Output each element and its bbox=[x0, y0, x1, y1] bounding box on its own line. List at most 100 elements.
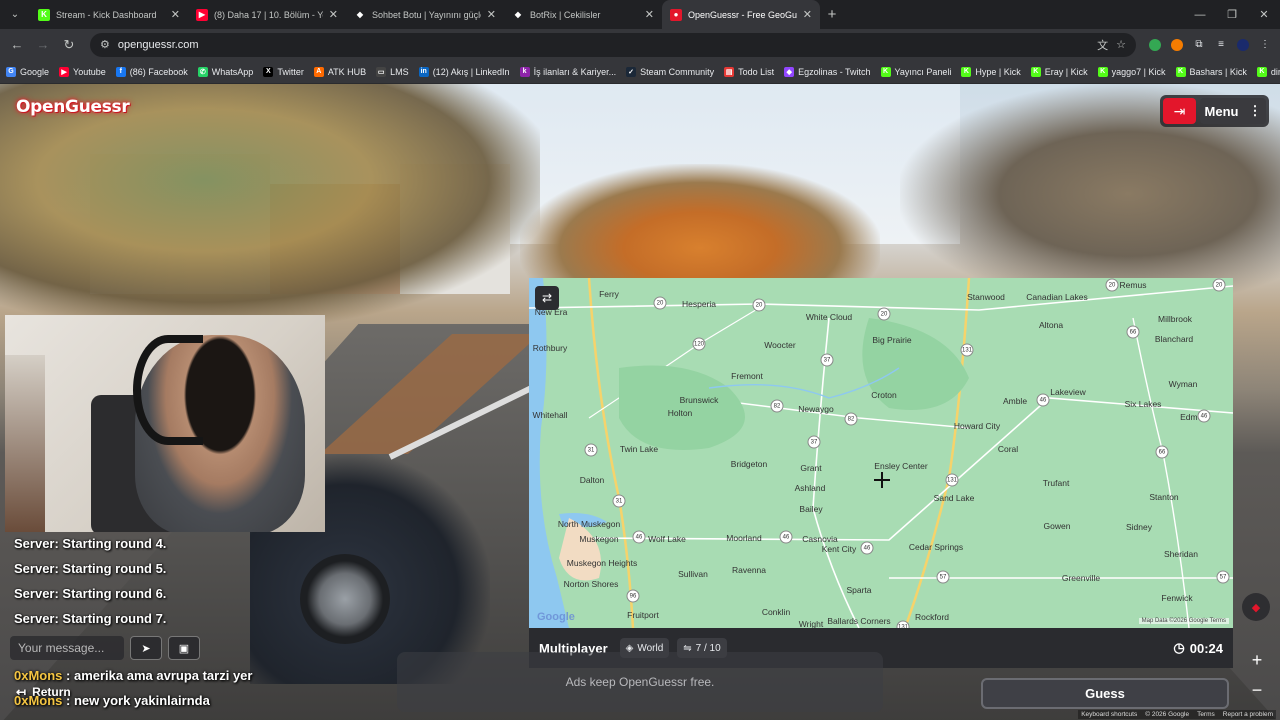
extension-orange-icon[interactable] bbox=[1168, 36, 1186, 54]
highway-66 bbox=[1132, 317, 1190, 628]
route-shield-icon: 46 bbox=[779, 530, 793, 544]
bookmark-item[interactable]: ✓ Steam Community bbox=[626, 66, 714, 77]
chat-toggle-button[interactable]: ▣ bbox=[168, 636, 200, 660]
zoom-in-button[interactable]: + bbox=[1244, 647, 1270, 673]
bookmark-item[interactable]: K Hype | Kick bbox=[961, 66, 1021, 77]
map-place-label: Lakeview bbox=[1050, 387, 1086, 397]
bookmark-item[interactable]: X Twitter bbox=[263, 66, 304, 77]
browser-tab[interactable]: ▶ (8) Daha 17 | 10. Bölüm - YouTube ✕ bbox=[188, 0, 346, 29]
map-layers-button[interactable]: ⇄ bbox=[535, 286, 559, 310]
browser-tab[interactable]: K Stream - Kick Dashboard ✕ bbox=[30, 0, 188, 29]
bookmark-favicon-icon: ▤ bbox=[724, 66, 735, 77]
zoom-out-button[interactable]: − bbox=[1244, 677, 1270, 703]
kebab-icon: ⋮ bbox=[1248, 103, 1262, 118]
bookmark-label: Hype | Kick bbox=[975, 66, 1021, 77]
footer-link[interactable]: © 2026 Google bbox=[1145, 711, 1189, 718]
send-button[interactable]: ➤ bbox=[130, 636, 162, 660]
route-shield-icon: 20 bbox=[877, 307, 891, 321]
forward-icon[interactable]: → bbox=[32, 34, 54, 56]
back-icon[interactable]: ← bbox=[6, 34, 28, 56]
bookmark-item[interactable]: G Google bbox=[6, 66, 49, 77]
close-tab-icon[interactable]: ✕ bbox=[171, 8, 180, 21]
bookmark-item[interactable]: in (12) Akış | LinkedIn bbox=[418, 66, 510, 77]
send-icon: ➤ bbox=[141, 642, 151, 655]
close-tab-icon[interactable]: ✕ bbox=[329, 8, 338, 21]
bookmark-item[interactable]: ✆ WhatsApp bbox=[197, 66, 253, 77]
route-shield-icon: 57 bbox=[1216, 570, 1230, 584]
route-shield-icon: 82 bbox=[844, 412, 858, 426]
browser-tab[interactable]: ◆ BotRix | Cekilisler ✕ bbox=[504, 0, 662, 29]
chat-bubble-icon: ▣ bbox=[178, 642, 190, 655]
map-place-label: Muskegon Heights bbox=[566, 558, 638, 568]
map-place-label: Newaygo bbox=[798, 404, 834, 414]
map-place-label: Hesperia bbox=[681, 299, 717, 309]
minimize-icon[interactable]: — bbox=[1184, 0, 1216, 29]
bookmark-item[interactable]: A ATK HUB bbox=[313, 66, 366, 77]
map-place-label: Wright bbox=[798, 619, 824, 628]
close-tab-icon[interactable]: ✕ bbox=[487, 8, 496, 21]
bookmark-item[interactable]: ◆ Egzolinas - Twitch bbox=[784, 66, 871, 77]
translate-icon[interactable]: 文 bbox=[1097, 37, 1108, 53]
route-shield-icon: 20 bbox=[653, 296, 667, 310]
bookmark-item[interactable]: ▭ LMS bbox=[376, 66, 409, 77]
menu-button[interactable]: Menu ⋮ bbox=[1200, 98, 1266, 124]
address-bar[interactable]: ⚙ openguessr.com 文 ☆ bbox=[90, 32, 1136, 57]
shelf bbox=[5, 355, 45, 532]
close-tab-icon[interactable]: ✕ bbox=[803, 8, 812, 21]
chat-message: Server: Starting round 6. bbox=[14, 586, 167, 601]
guess-map[interactable]: Ferry Hesperia New Era White Cloud Stanwood C… bbox=[529, 278, 1233, 628]
map-terms-link[interactable]: Terms bbox=[1210, 618, 1226, 624]
map-place-label: Canadian Lakes bbox=[1026, 292, 1088, 302]
bookmark-item[interactable]: Kdirim | Kick bbox=[1256, 66, 1280, 77]
openguessr-logo[interactable]: OpenGuessr bbox=[16, 97, 130, 117]
bookmark-favicon-icon: K bbox=[1030, 66, 1041, 77]
tab-title: Stream - Kick Dashboard bbox=[56, 9, 157, 20]
tab-search-icon[interactable]: ⌄ bbox=[0, 0, 30, 29]
game-controls: ⇥ Menu ⋮ bbox=[1160, 95, 1269, 127]
bookmark-item[interactable]: k İş ilanları & Kariyer... bbox=[519, 66, 616, 77]
map-place-label: Moorland bbox=[726, 533, 762, 543]
close-window-icon[interactable]: ✕ bbox=[1248, 0, 1280, 29]
bookmark-item[interactable]: K Bashars | Kick bbox=[1175, 66, 1247, 77]
map-place-label: Kent City bbox=[821, 544, 857, 554]
bookmark-item[interactable]: K Yayıncı Paneli bbox=[880, 66, 952, 77]
close-tab-icon[interactable]: ✕ bbox=[645, 8, 654, 21]
restore-icon[interactable]: ❐ bbox=[1216, 0, 1248, 29]
bookmark-label: Yayıncı Paneli bbox=[894, 66, 952, 77]
reload-icon[interactable]: ↻ bbox=[58, 34, 80, 56]
footer-link[interactable]: Keyboard shortcuts bbox=[1081, 711, 1137, 718]
bookmark-item[interactable]: K Eray | Kick bbox=[1030, 66, 1088, 77]
bookmark-item[interactable]: f (86) Facebook bbox=[115, 66, 188, 77]
bookmark-label: Todo List bbox=[738, 66, 775, 77]
new-tab-button[interactable]: + bbox=[820, 0, 844, 29]
bookmark-star-icon[interactable]: ☆ bbox=[1116, 38, 1126, 51]
footer-link[interactable]: Report a problem bbox=[1223, 711, 1273, 718]
bookmark-item[interactable]: ▤ Todo List bbox=[724, 66, 775, 77]
map-crosshair bbox=[874, 472, 890, 488]
extensions-puzzle-icon[interactable]: ⧉ bbox=[1190, 36, 1208, 54]
footer-link[interactable]: Terms bbox=[1197, 711, 1215, 718]
tree bbox=[0, 84, 540, 324]
kebab-menu-icon[interactable]: ⋮ bbox=[1256, 36, 1274, 54]
chat-text: : amerika ama avrupa tarzi yer bbox=[66, 668, 253, 683]
map-place-label: Greenville bbox=[1061, 573, 1101, 583]
bookmark-item[interactable]: Kyaggo7 | Kick bbox=[1097, 66, 1166, 77]
profile-avatar[interactable] bbox=[1234, 36, 1252, 54]
exit-game-button[interactable]: ⇥ bbox=[1163, 98, 1196, 124]
browser-tab[interactable]: ◆ Sohbet Botu | Yayınını güçlendir ✕ bbox=[346, 0, 504, 29]
map-place-label: Croton bbox=[871, 390, 897, 400]
site-info-icon[interactable]: ⚙ bbox=[100, 38, 110, 51]
extension-green-icon[interactable] bbox=[1146, 36, 1164, 54]
compass-icon[interactable]: ◆ bbox=[1242, 593, 1270, 621]
game-chat-log: Server: Starting round 4. Server: Startin… bbox=[14, 534, 166, 628]
bookmark-favicon-icon: k bbox=[519, 66, 530, 77]
chat-message-input[interactable] bbox=[10, 636, 124, 660]
map-place-label: Dalton bbox=[579, 475, 605, 485]
media-icon[interactable]: ≡ bbox=[1212, 36, 1230, 54]
webcam-overlay bbox=[5, 315, 325, 532]
route-shield-icon: 46 bbox=[632, 530, 646, 544]
browser-tab[interactable]: ● OpenGuessr - Free GeoGuessr Alternative… bbox=[662, 0, 820, 29]
bookmark-item[interactable]: ▶ Youtube bbox=[59, 66, 106, 77]
route-shield-icon: 20 bbox=[1105, 278, 1119, 292]
guess-button[interactable]: Guess bbox=[981, 678, 1229, 709]
